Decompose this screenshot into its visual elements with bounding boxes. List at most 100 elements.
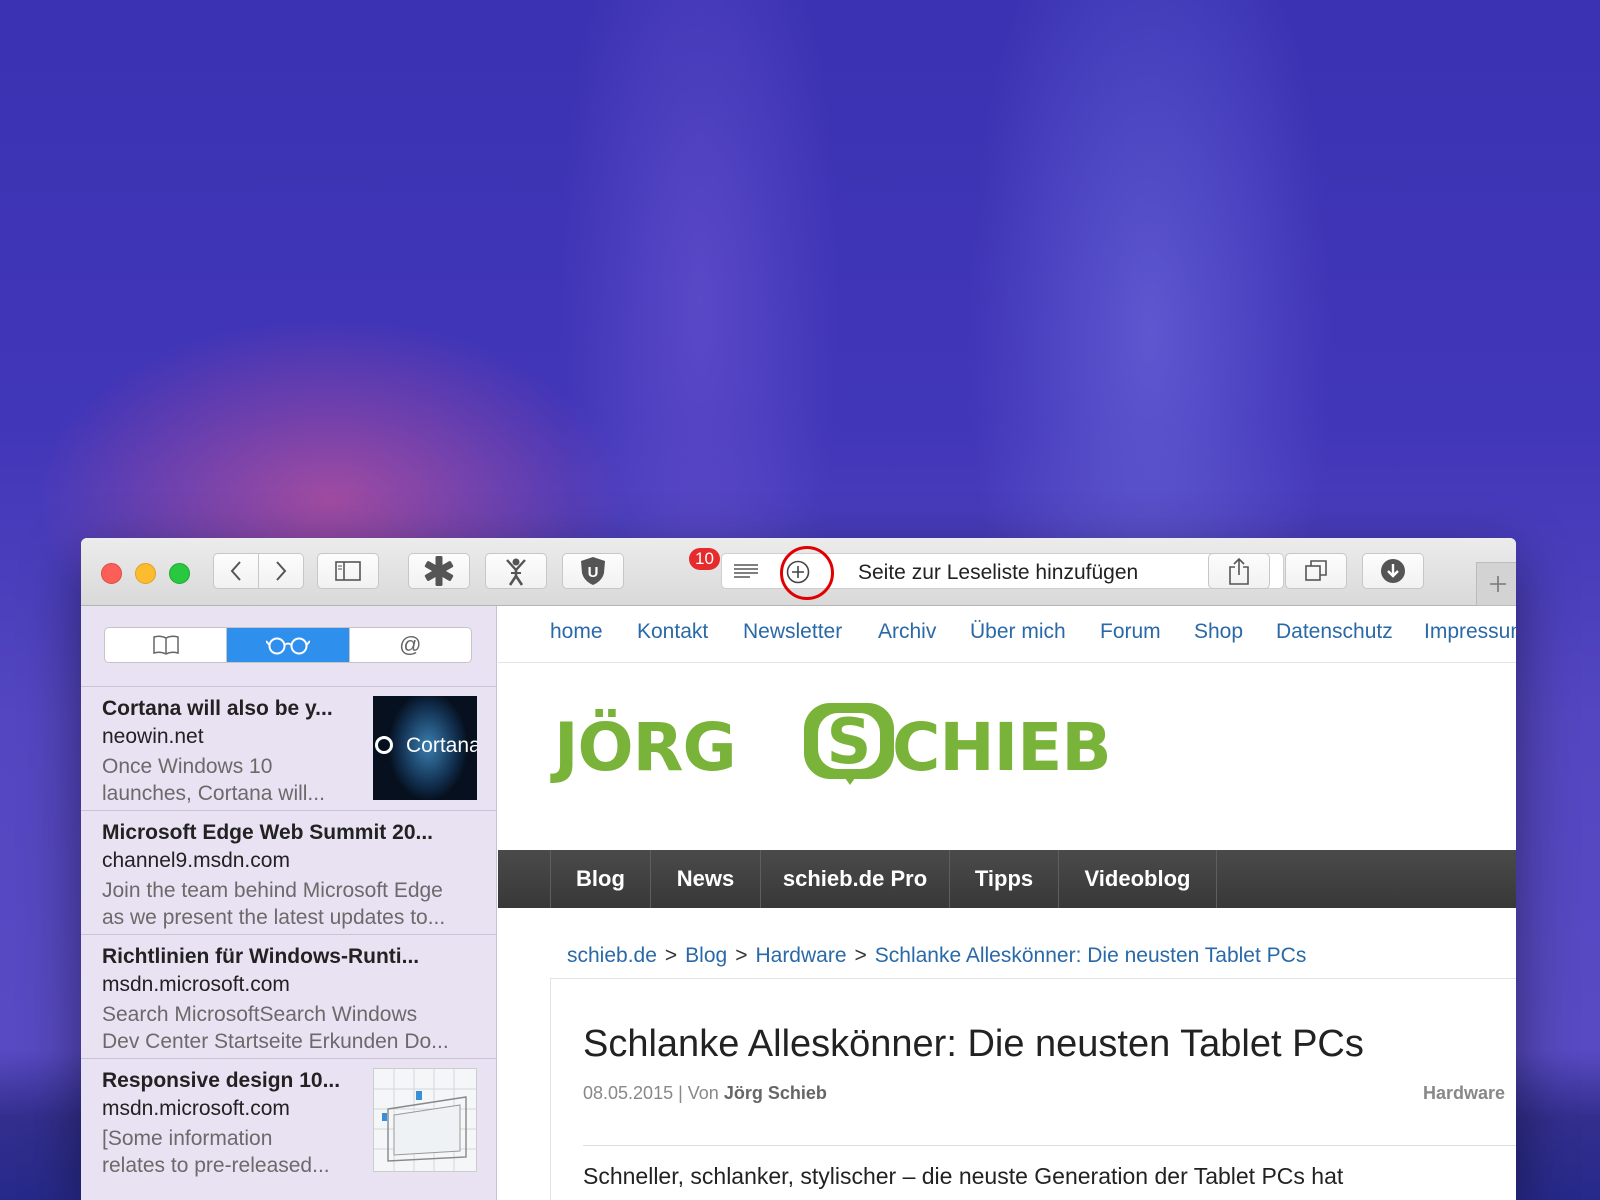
- forward-button[interactable]: [258, 553, 304, 589]
- main-nav-blog[interactable]: Blog: [551, 850, 651, 908]
- list-item[interactable]: Responsive design 10... msdn.microsoft.c…: [81, 1058, 496, 1182]
- list-item[interactable]: Cortana will also be y... neowin.net Onc…: [81, 686, 496, 810]
- article: Schlanke Alleskönner: Die neusten Tablet…: [550, 978, 1516, 1200]
- reading-list-tab[interactable]: [227, 628, 350, 662]
- top-nav-kontakt[interactable]: Kontakt: [637, 620, 708, 644]
- list-item-snippet: [Some information relates to pre-released…: [102, 1127, 330, 1177]
- sidebar-icon: [335, 561, 361, 581]
- article-meta: 08.05.2015 | Von Jörg Schieb: [583, 1083, 827, 1104]
- main-nav-news[interactable]: News: [651, 850, 761, 908]
- site-logo[interactable]: JÖRG S CHIEB: [554, 703, 1194, 803]
- breadcrumb-blog[interactable]: Blog: [685, 944, 727, 967]
- back-button[interactable]: [213, 553, 259, 589]
- sidebar: @ Cortana will also be y... neowin.net O…: [81, 606, 497, 1200]
- logo-text-right: CHIEB: [892, 709, 1112, 786]
- top-nav-newsletter[interactable]: Newsletter: [743, 620, 842, 644]
- list-item-domain: neowin.net: [102, 725, 204, 748]
- top-nav-datenschutz[interactable]: Datenschutz: [1276, 620, 1393, 644]
- site-main-nav: Blog News schieb.de Pro Tipps Videoblog: [498, 850, 1516, 908]
- article-divider: [583, 1145, 1516, 1146]
- logo-s-letter: S: [826, 705, 872, 778]
- top-nav-ueber-mich[interactable]: Über mich: [970, 620, 1066, 644]
- list-item-thumbnail: [373, 1068, 477, 1172]
- diagram-thumbnail-icon: [374, 1069, 476, 1171]
- safari-window: U 10 Seite zur Leseliste hinzufügen @ Co…: [81, 538, 1516, 1200]
- top-nav-archiv[interactable]: Archiv: [878, 620, 936, 644]
- tabs-icon: [1305, 560, 1327, 581]
- article-body: Schneller, schlanker, stylischer – die n…: [583, 1163, 1344, 1189]
- list-item-snippet: Search MicrosoftSearch Windows Dev Center…: [102, 1003, 449, 1053]
- at-icon: @: [399, 632, 422, 657]
- site-header: JÖRG S CHIEB: [498, 663, 1516, 849]
- extension-button-2[interactable]: [485, 553, 547, 589]
- zoom-window-button[interactable]: [169, 563, 190, 584]
- article-meta-separator: | Von: [673, 1083, 724, 1103]
- svg-text:U: U: [588, 564, 599, 581]
- list-item-domain: msdn.microsoft.com: [102, 1097, 290, 1120]
- share-button[interactable]: [1208, 553, 1270, 589]
- ublock-count-badge: 10: [689, 548, 720, 570]
- sidebar-segmented-control: @: [104, 627, 472, 663]
- thumbnail-caption: Cortana: [406, 734, 477, 757]
- book-icon: [152, 635, 179, 655]
- breadcrumb-separator: >: [854, 944, 867, 967]
- reader-icon[interactable]: [734, 563, 758, 586]
- bookmarks-tab[interactable]: [105, 628, 228, 662]
- breadcrumb-separator: >: [664, 944, 678, 967]
- address-hover-text: Seite zur Leseliste hinzufügen: [858, 561, 1139, 584]
- toolbar: U 10 Seite zur Leseliste hinzufügen: [81, 538, 1516, 606]
- cortana-ring-icon: [375, 736, 393, 754]
- figure-icon: [506, 558, 526, 586]
- plus-icon: [1490, 576, 1506, 592]
- download-icon: [1381, 559, 1405, 583]
- glasses-icon: [265, 637, 310, 655]
- list-item-title: Richtlinien für Windows-Runti...: [102, 945, 420, 968]
- breadcrumb-home[interactable]: schieb.de: [567, 944, 657, 967]
- article-category[interactable]: Hardware: [1423, 1083, 1505, 1104]
- breadcrumb-hardware[interactable]: Hardware: [755, 944, 846, 967]
- shared-links-tab[interactable]: @: [350, 628, 471, 662]
- main-nav-schieb-pro[interactable]: schieb.de Pro: [761, 850, 950, 908]
- article-date: 08.05.2015: [583, 1083, 674, 1103]
- top-nav-impressum[interactable]: Impressum: [1424, 620, 1516, 644]
- sidebar-toggle-button[interactable]: [317, 553, 379, 589]
- logo-speech-bubble-icon: S: [804, 703, 894, 785]
- breadcrumb-current[interactable]: Schlanke Alleskönner: Die neusten Tablet…: [875, 944, 1307, 967]
- logo-text-left: JÖRG: [554, 709, 737, 786]
- article-title: Schlanke Alleskönner: Die neusten Tablet…: [583, 1023, 1364, 1065]
- reading-list: Cortana will also be y... neowin.net Onc…: [81, 686, 496, 1182]
- top-nav-forum[interactable]: Forum: [1100, 620, 1161, 644]
- highlight-circle: [780, 546, 834, 600]
- site-top-nav: home Kontakt Newsletter Archiv Über mich…: [498, 606, 1516, 663]
- list-item[interactable]: Richtlinien für Windows-Runti... msdn.mi…: [81, 934, 496, 1058]
- asterisk-icon: [424, 556, 454, 586]
- downloads-button[interactable]: [1362, 553, 1424, 589]
- minimize-window-button[interactable]: [135, 563, 156, 584]
- breadcrumb-separator: >: [735, 944, 748, 967]
- shield-u-icon: U: [581, 557, 605, 585]
- new-tab-button[interactable]: [1476, 562, 1516, 606]
- list-item-thumbnail: Cortana: [373, 696, 477, 800]
- top-nav-shop[interactable]: Shop: [1194, 620, 1243, 644]
- list-item-domain: channel9.msdn.com: [102, 849, 290, 872]
- chevron-left-icon: [230, 561, 241, 581]
- article-author[interactable]: Jörg Schieb: [724, 1083, 827, 1103]
- list-item-snippet: Join the team behind Microsoft Edge as we…: [102, 879, 446, 929]
- main-nav-tipps[interactable]: Tipps: [950, 850, 1059, 908]
- share-icon: [1229, 557, 1249, 585]
- extension-button[interactable]: [408, 553, 470, 589]
- chevron-right-icon: [276, 561, 287, 581]
- main-nav-videoblog[interactable]: Videoblog: [1059, 850, 1217, 908]
- web-content: home Kontakt Newsletter Archiv Über mich…: [498, 606, 1516, 1200]
- ublock-button[interactable]: U: [562, 553, 624, 589]
- close-window-button[interactable]: [101, 563, 122, 584]
- list-item-title: Microsoft Edge Web Summit 20...: [102, 821, 433, 844]
- list-item-title: Cortana will also be y...: [102, 697, 333, 720]
- breadcrumb: schieb.de > Blog > Hardware > Schlanke Alleskö…: [567, 944, 1306, 968]
- list-item-title: Responsive design 10...: [102, 1069, 341, 1092]
- top-nav-home[interactable]: home: [550, 620, 603, 644]
- list-item-snippet: Once Windows 10 launches, Cortana will...: [102, 755, 325, 805]
- list-item[interactable]: Microsoft Edge Web Summit 20... channel9…: [81, 810, 496, 934]
- list-item-domain: msdn.microsoft.com: [102, 973, 290, 996]
- tab-overview-button[interactable]: [1285, 553, 1347, 589]
